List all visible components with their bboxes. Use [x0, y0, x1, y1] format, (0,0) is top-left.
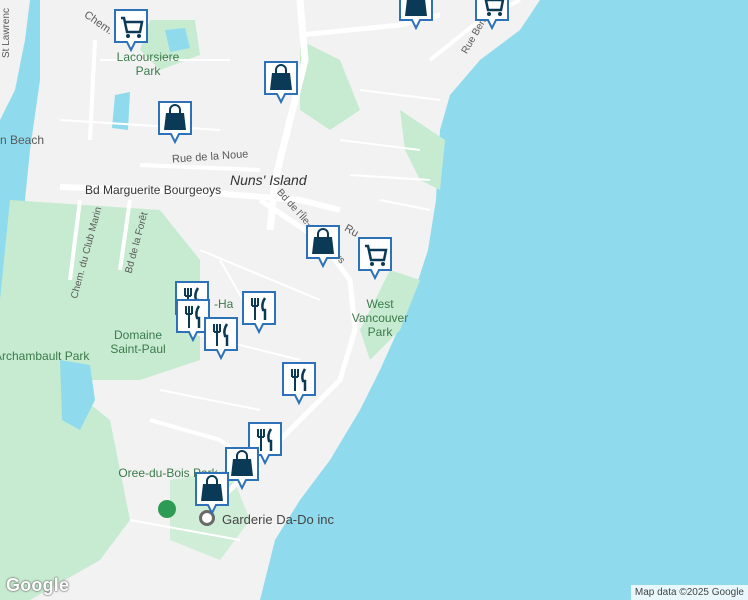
cart-icon	[114, 9, 148, 52]
google-logo[interactable]: Google	[6, 575, 69, 596]
pin-shop-6[interactable]	[194, 471, 230, 515]
bag-icon	[399, 0, 433, 30]
park-label-archambault: Archambault Park	[0, 349, 90, 363]
park-label-domaine: Domaine Saint-Paul	[110, 328, 166, 356]
pin-grocery-2[interactable]	[474, 0, 510, 30]
bag-icon	[264, 61, 298, 104]
park-tree-icon[interactable]	[158, 500, 176, 518]
pin-shop-2[interactable]	[157, 100, 193, 144]
area-label-nuns-island: Nuns' Island	[230, 172, 307, 188]
restaurant-icon	[242, 291, 276, 334]
park-label-lacoursiere: Lacoursiere Park	[116, 50, 180, 78]
pin-shop-1[interactable]	[263, 60, 299, 104]
pin-grocery-3[interactable]	[357, 236, 393, 280]
bag-icon	[195, 472, 229, 515]
restaurant-icon	[282, 362, 316, 405]
pin-restaurant-4[interactable]	[203, 316, 239, 360]
road-label-marguerite: Bd Marguerite Bourgeoys	[85, 183, 222, 197]
pin-grocery-1[interactable]	[113, 8, 149, 52]
park-label-west-vancouver: West Vancouver Park	[351, 297, 409, 339]
place-label-beach: n Beach	[0, 133, 45, 147]
pin-restaurant-5[interactable]	[281, 361, 317, 405]
pin-shop-3[interactable]	[398, 0, 434, 30]
pin-restaurant-2[interactable]	[241, 290, 277, 334]
pin-shop-4[interactable]	[305, 224, 341, 268]
map-attribution[interactable]: Map data ©2025 Google	[630, 585, 748, 600]
restaurant-icon	[204, 317, 238, 360]
place-label-garderie: Garderie Da-Do inc	[222, 512, 334, 527]
cart-icon	[358, 237, 392, 280]
bag-icon	[158, 101, 192, 144]
bag-icon	[306, 225, 340, 268]
park-label-partial: -Ha	[214, 297, 234, 311]
water-label-st-lawrence: St Lawrenc	[1, 7, 13, 59]
cart-icon	[475, 0, 509, 30]
